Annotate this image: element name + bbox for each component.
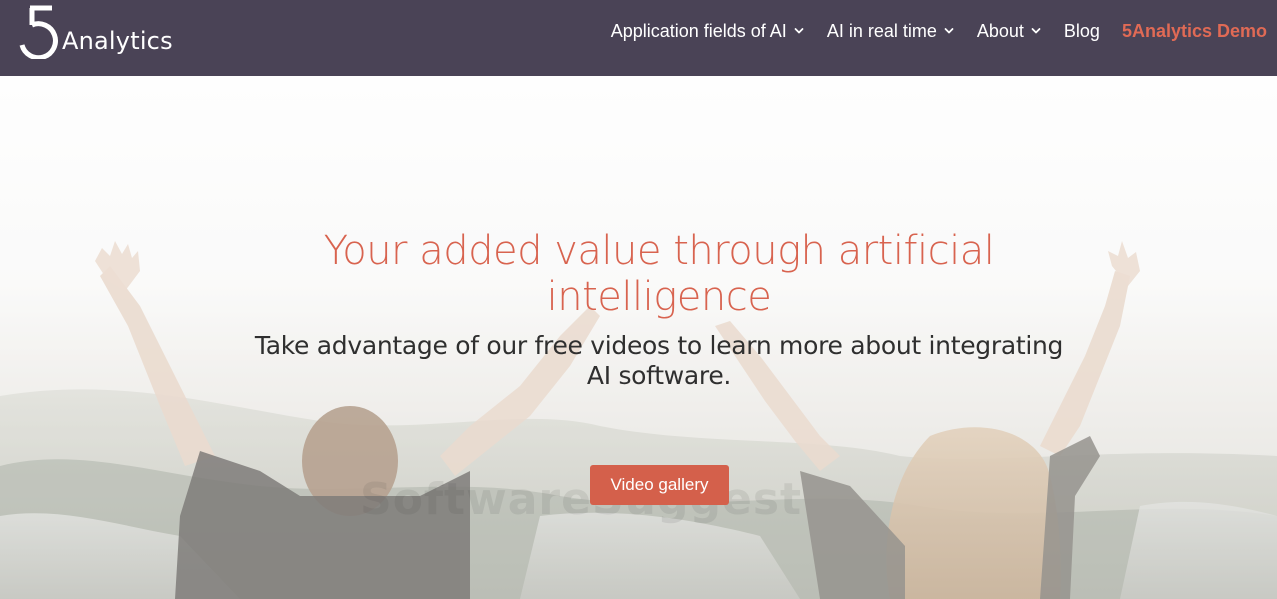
five-circle-logo-icon	[19, 5, 58, 59]
site-header: Analytics Application fields of AI AI in…	[0, 0, 1277, 76]
logo-link[interactable]: Analytics	[18, 3, 173, 59]
nav-item-label: About	[976, 20, 1024, 41]
nav-item-about[interactable]: About	[977, 21, 1042, 42]
nav-item-blog[interactable]: Blog	[1064, 21, 1100, 42]
nav-item-label: Application fields of AI	[610, 20, 787, 41]
chevron-down-icon	[944, 28, 954, 34]
nav-item-label: AI in real time	[826, 20, 937, 41]
hero-subtitle: Take advantage of our free videos to lea…	[254, 331, 1064, 390]
nav-item-ai-in-real-time[interactable]: AI in real time	[827, 21, 955, 42]
page: Analytics Application fields of AI AI in…	[0, 0, 1277, 599]
chevron-down-icon	[1031, 28, 1041, 34]
video-gallery-button[interactable]: Video gallery	[590, 465, 729, 505]
nav-item-label: 5Analytics Demo	[1121, 20, 1267, 41]
watermark-text: SoftwareSuggest	[360, 474, 803, 525]
chevron-down-icon	[794, 28, 804, 34]
nav-item-application-fields[interactable]: Application fields of AI	[611, 21, 805, 42]
hero-section: SoftwareSuggest Your added value through…	[0, 76, 1277, 599]
logo-text: Analytics	[62, 27, 173, 55]
nav-item-demo[interactable]: 5Analytics Demo	[1122, 21, 1267, 42]
main-nav: Application fields of AI AI in real time…	[589, 0, 1267, 62]
hero-title: Your added value through artificial inte…	[323, 228, 995, 320]
nav-item-label: Blog	[1063, 20, 1100, 41]
